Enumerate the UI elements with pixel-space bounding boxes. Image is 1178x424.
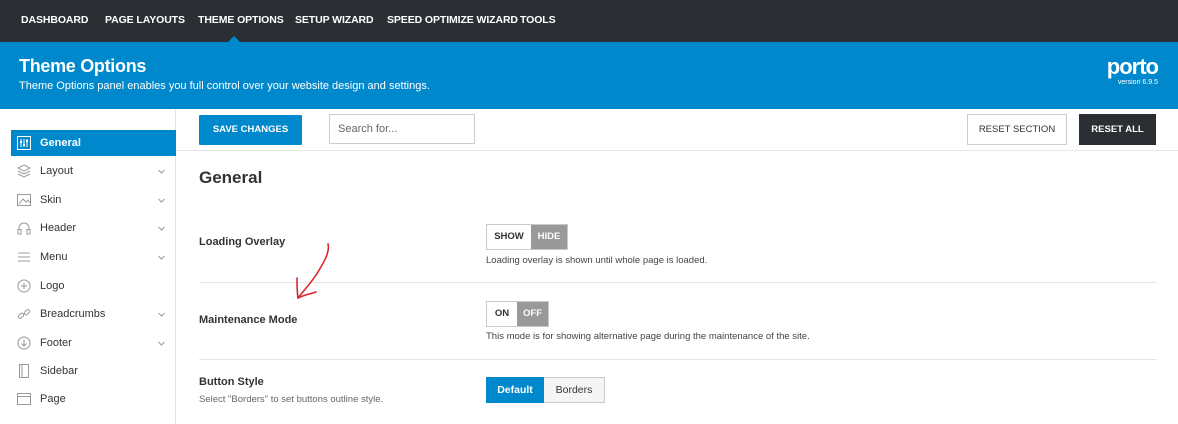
row-divider — [199, 282, 1157, 283]
loading-overlay-hide-option[interactable]: HIDE — [531, 225, 567, 249]
sidebar-item-logo[interactable]: Logo — [11, 273, 176, 299]
loading-overlay-switch: SHOW HIDE — [486, 224, 568, 250]
nav-page-layouts[interactable]: PAGE LAYOUTS — [105, 0, 185, 42]
sidebar-item-label: Header — [40, 222, 77, 234]
chevron-down-icon — [158, 169, 165, 174]
nav-dashboard[interactable]: DASHBOARD — [21, 0, 88, 42]
version-label: version 6.9.5 — [1117, 79, 1158, 86]
page-icon — [17, 393, 31, 405]
annotation-arrow-icon — [296, 243, 330, 299]
section-title: General — [199, 168, 263, 187]
link-icon — [17, 309, 31, 319]
nav-speed-optimize-wizard[interactable]: SPEED OPTIMIZE WIZARD — [387, 0, 518, 42]
chevron-down-icon — [158, 341, 165, 346]
sliders-icon — [17, 136, 31, 150]
save-changes-button[interactable]: SAVE CHANGES — [199, 115, 302, 145]
sidebar-item-general[interactable]: General — [11, 130, 176, 156]
sidebar-item-menu[interactable]: Menu — [11, 244, 176, 270]
sidebar-item-label: Sidebar — [40, 365, 78, 377]
maintenance-mode-off-option[interactable]: OFF — [517, 302, 548, 326]
sidebar-item-page[interactable]: Page — [11, 386, 176, 412]
nav-theme-options[interactable]: THEME OPTIONS — [198, 0, 284, 42]
chevron-down-icon — [158, 255, 165, 260]
sidebar-item-skin[interactable]: Skin — [11, 187, 176, 213]
row-divider — [199, 359, 1157, 360]
sidebar-item-breadcrumbs[interactable]: Breadcrumbs — [11, 301, 176, 327]
top-navigation: DASHBOARD PAGE LAYOUTS THEME OPTIONS SET… — [0, 0, 1178, 42]
sidebar-item-label: Menu — [40, 251, 68, 263]
menu-icon — [18, 252, 30, 262]
nav-setup-wizard[interactable]: SETUP WIZARD — [295, 0, 374, 42]
maintenance-mode-label: Maintenance Mode — [199, 314, 298, 326]
options-header: Theme Options Theme Options panel enable… — [0, 42, 1178, 109]
reset-all-button[interactable]: RESET ALL — [1079, 114, 1156, 145]
arrow-down-circle-icon — [17, 336, 31, 350]
button-style-sublabel: Select "Borders" to set buttons outline … — [199, 394, 384, 405]
chevron-down-icon — [158, 312, 165, 317]
reset-section-button[interactable]: RESET SECTION — [967, 114, 1067, 145]
sidebar-icon — [19, 364, 29, 378]
maintenance-mode-switch: ON OFF — [486, 301, 549, 327]
sidebar-item-label: Page — [40, 393, 66, 405]
button-style-borders-option[interactable]: Borders — [544, 377, 605, 403]
sidebar-item-footer[interactable]: Footer — [11, 330, 176, 356]
loading-overlay-show-option[interactable]: SHOW — [487, 225, 531, 249]
button-style-selector: Default Borders — [486, 377, 605, 403]
sidebar-item-label: Layout — [40, 165, 74, 177]
button-style-label: Button Style — [199, 376, 264, 388]
sidebar-item-label: Logo — [40, 280, 65, 292]
sidebar-item-label: Skin — [40, 194, 62, 206]
nav-tools[interactable]: TOOLS — [520, 0, 556, 42]
layers-icon — [17, 164, 31, 178]
plus-circle-icon — [17, 279, 31, 293]
sidebar-item-layout[interactable]: Layout — [11, 158, 176, 184]
button-style-default-option[interactable]: Default — [486, 377, 544, 403]
chevron-down-icon — [158, 198, 165, 203]
sidebar-item-label: Breadcrumbs — [40, 308, 106, 320]
maintenance-mode-description: This mode is for showing alternative pag… — [486, 331, 810, 342]
search-input[interactable] — [329, 114, 475, 144]
sidebar-item-sidebar[interactable]: Sidebar — [11, 358, 176, 384]
sidebar-item-label: General — [40, 137, 81, 149]
headphones-icon — [17, 222, 31, 235]
logo-text: porto — [1106, 54, 1159, 79]
chevron-down-icon — [158, 226, 165, 231]
image-icon — [17, 194, 31, 206]
page-title: Theme Options — [19, 56, 147, 76]
sidebar-item-label: Footer — [40, 337, 72, 349]
options-sidebar: General Layout Skin Header Menu Logo Bre… — [0, 109, 176, 424]
loading-overlay-label: Loading Overlay — [199, 236, 286, 248]
page-subtitle: Theme Options panel enables you full con… — [19, 80, 430, 92]
maintenance-mode-on-option[interactable]: ON — [487, 302, 517, 326]
loading-overlay-description: Loading overlay is shown until whole pag… — [486, 255, 708, 266]
sidebar-item-header[interactable]: Header — [11, 215, 176, 241]
porto-logo: porto version 6.9.5 — [1106, 54, 1159, 87]
options-toolbar: SAVE CHANGES RESET SECTION RESET ALL — [176, 109, 1178, 151]
